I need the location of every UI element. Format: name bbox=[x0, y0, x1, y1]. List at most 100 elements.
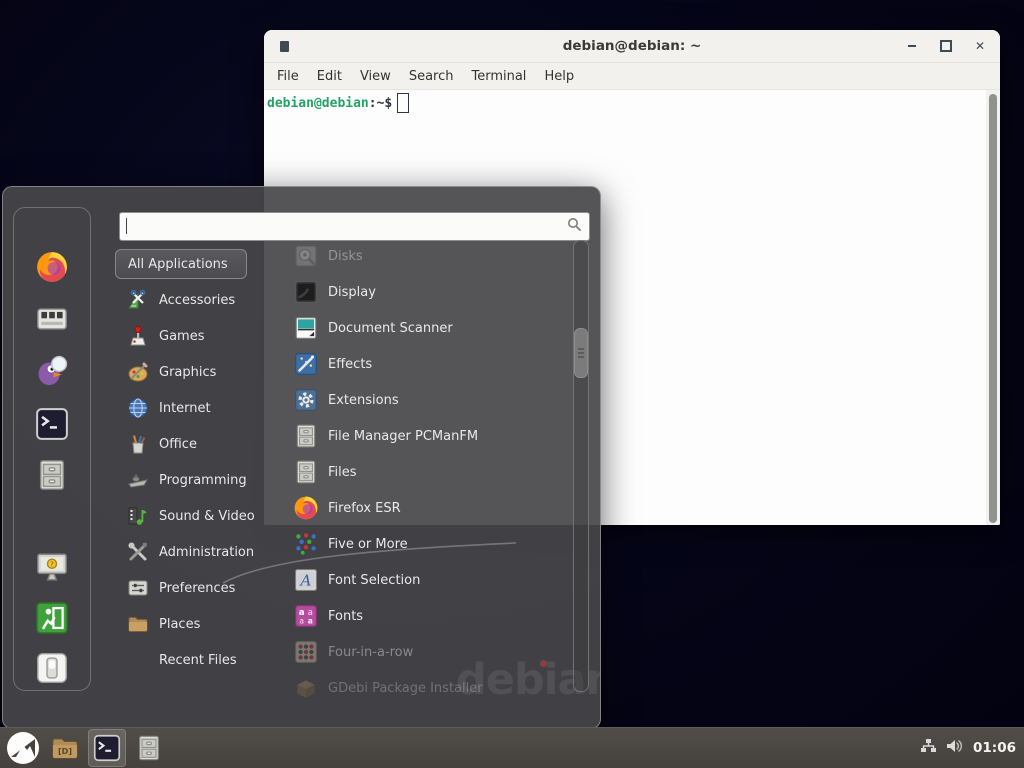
desktop: debian@debian: ~ ✕ FileEditViewSearchTer… bbox=[0, 0, 1024, 768]
app-label: Five or More bbox=[328, 537, 408, 552]
svg-text:A: A bbox=[299, 571, 312, 589]
category-all-applications[interactable]: All Applications bbox=[115, 249, 247, 279]
app-label: GDebi Package Installer bbox=[328, 681, 483, 696]
places-icon bbox=[127, 613, 149, 635]
category-places[interactable]: Places bbox=[115, 606, 265, 642]
terminal-menu-terminal[interactable]: Terminal bbox=[462, 66, 535, 87]
category-label: Preferences bbox=[159, 581, 235, 596]
app-firefox-esr[interactable]: Firefox ESR bbox=[263, 490, 569, 526]
category-recent-files[interactable]: Recent Files bbox=[115, 642, 265, 678]
extensions-icon bbox=[293, 387, 319, 413]
category-label: Administration bbox=[159, 545, 254, 560]
display-icon bbox=[293, 279, 319, 305]
app-font-selection[interactable]: A Font Selection bbox=[263, 562, 569, 598]
category-label: Sound & Video bbox=[159, 509, 255, 524]
app-effects[interactable]: Effects bbox=[263, 346, 569, 382]
preferences-icon bbox=[127, 577, 149, 599]
terminal-menu-view[interactable]: View bbox=[351, 66, 400, 87]
app-file-manager-pcmanfm[interactable]: File Manager PCManFM bbox=[263, 418, 569, 454]
category-label: Recent Files bbox=[159, 653, 237, 668]
app-label: Disks bbox=[328, 249, 363, 264]
category-label: Graphics bbox=[159, 365, 216, 380]
category-graphics[interactable]: Graphics bbox=[115, 354, 265, 390]
favorite-lock-screen-icon[interactable]: ? bbox=[34, 549, 70, 585]
svg-text:?: ? bbox=[50, 559, 54, 568]
app-files[interactable]: Files bbox=[263, 454, 569, 490]
terminal-menu-search[interactable]: Search bbox=[400, 66, 463, 87]
category-label: Programming bbox=[159, 473, 247, 488]
terminal-menu-help[interactable]: Help bbox=[535, 66, 583, 87]
app-label: Document Scanner bbox=[328, 321, 453, 336]
app-gdebi-package-installer[interactable]: GDebi Package Installer bbox=[263, 670, 569, 706]
app-label: File Manager PCManFM bbox=[328, 429, 478, 444]
search-box[interactable] bbox=[119, 212, 590, 241]
disks-icon bbox=[293, 243, 319, 269]
four-in-a-row-icon bbox=[293, 639, 319, 665]
app-four-in-a-row[interactable]: Four-in-a-row bbox=[263, 634, 569, 670]
sound-video-icon bbox=[127, 505, 149, 527]
app-fonts[interactable]: aaaaFonts bbox=[263, 598, 569, 634]
five-or-more-icon bbox=[293, 531, 319, 557]
category-sound-video[interactable]: Sound & Video bbox=[115, 498, 265, 534]
favorite-control-center-icon[interactable] bbox=[34, 301, 70, 337]
terminal-menubar: FileEditViewSearchTerminalHelp bbox=[264, 63, 1000, 90]
app-label: Font Selection bbox=[328, 573, 420, 588]
fonts-icon: aaaa bbox=[293, 603, 319, 629]
app-label: Firefox ESR bbox=[328, 501, 401, 516]
network-icon[interactable] bbox=[920, 738, 937, 758]
office-icon bbox=[127, 433, 149, 455]
terminal-menu-file[interactable]: File bbox=[268, 66, 308, 87]
close-icon[interactable]: ✕ bbox=[974, 40, 986, 52]
menu-scrollbar-track[interactable] bbox=[573, 240, 589, 692]
internet-icon bbox=[127, 397, 149, 419]
app-extensions[interactable]: Extensions bbox=[263, 382, 569, 418]
menu-scrollbar-thumb[interactable] bbox=[574, 328, 588, 378]
taskbar-terminal-icon[interactable] bbox=[88, 729, 126, 767]
programming-icon bbox=[127, 469, 149, 491]
clock[interactable]: 01:06 bbox=[973, 740, 1016, 756]
app-document-scanner[interactable]: Document Scanner bbox=[263, 310, 569, 346]
favorite-pidgin-icon[interactable] bbox=[34, 353, 70, 389]
favorites-column: ? bbox=[13, 207, 91, 691]
terminal-scrollbar-thumb[interactable] bbox=[989, 94, 997, 523]
volume-icon[interactable] bbox=[946, 738, 964, 758]
search-icon bbox=[567, 217, 582, 236]
minimize-icon[interactable] bbox=[906, 40, 918, 52]
taskbar-menu-button-icon[interactable] bbox=[4, 729, 42, 767]
favorite-terminal-icon[interactable] bbox=[34, 406, 70, 442]
category-programming[interactable]: Programming bbox=[115, 462, 265, 498]
favorite-shut-down-icon[interactable] bbox=[34, 650, 70, 686]
category-internet[interactable]: Internet bbox=[115, 390, 265, 426]
maximize-icon[interactable] bbox=[940, 40, 952, 52]
taskbar-desktop-folder-icon[interactable]: [D] bbox=[46, 729, 84, 767]
terminal-titlebar[interactable]: debian@debian: ~ ✕ bbox=[264, 30, 1000, 63]
favorite-file-manager-icon[interactable] bbox=[34, 457, 70, 493]
category-accessories[interactable]: Accessories bbox=[115, 282, 265, 318]
administration-icon bbox=[127, 541, 149, 563]
category-administration[interactable]: Administration bbox=[115, 534, 265, 570]
app-label: Display bbox=[328, 285, 376, 300]
favorite-firefox-icon[interactable] bbox=[34, 249, 70, 285]
category-office[interactable]: Office bbox=[115, 426, 265, 462]
category-label: Games bbox=[159, 329, 204, 344]
application-list: Disks Display Document Scanner EffectsExten… bbox=[263, 238, 569, 724]
category-preferences[interactable]: Preferences bbox=[115, 570, 265, 606]
system-tray: 01:06 bbox=[920, 738, 1024, 758]
app-disks[interactable]: Disks bbox=[263, 238, 569, 274]
terminal-scrollbar-track[interactable] bbox=[986, 90, 1000, 525]
favorite-log-out-icon[interactable] bbox=[34, 600, 70, 636]
file-manager-icon bbox=[293, 423, 319, 449]
app-five-or-more[interactable]: Five or More bbox=[263, 526, 569, 562]
games-icon bbox=[127, 325, 149, 347]
svg-text:a: a bbox=[308, 617, 313, 626]
accessories-icon bbox=[127, 289, 149, 311]
graphics-icon bbox=[127, 361, 149, 383]
effects-icon bbox=[293, 351, 319, 377]
category-games[interactable]: Games bbox=[115, 318, 265, 354]
app-display[interactable]: Display bbox=[263, 274, 569, 310]
terminal-cursor bbox=[397, 93, 409, 113]
search-input[interactable] bbox=[120, 219, 567, 234]
terminal-menu-edit[interactable]: Edit bbox=[308, 66, 351, 87]
category-label: Accessories bbox=[159, 293, 235, 308]
taskbar-file-manager-icon[interactable] bbox=[130, 729, 168, 767]
